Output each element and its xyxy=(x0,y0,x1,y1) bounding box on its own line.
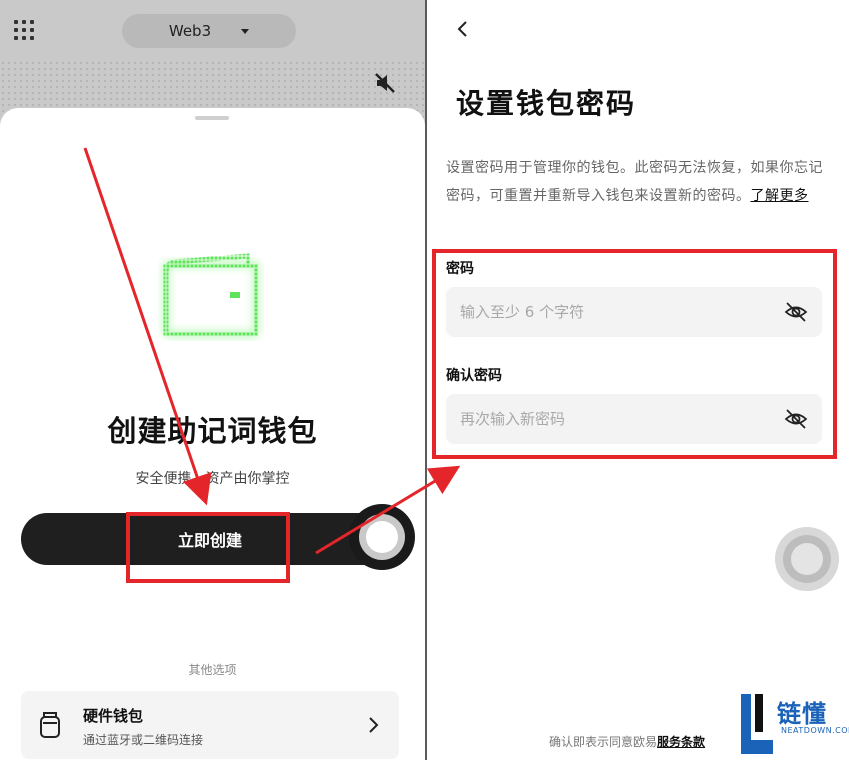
watermark-brand: 链懂 xyxy=(777,700,827,728)
terms-notice: 确认即表示同意欧易服务条款 xyxy=(549,733,705,750)
mute-speaker-icon[interactable] xyxy=(374,72,396,94)
network-selector-label: Web3 xyxy=(168,22,212,40)
hardware-wallet-subtitle: 通过蓝牙或二维码连接 xyxy=(83,733,204,747)
watermark-logo-icon xyxy=(741,694,773,754)
wallet-icon xyxy=(162,253,260,338)
bottom-sheet: 创建助记词钱包 安全便携，资产由你掌控 立即创建 其他选项 硬件钱包 通过蓝牙或… xyxy=(0,108,425,760)
sheet-subtitle: 安全便携，资产由你掌控 xyxy=(135,471,290,487)
terms-prefix: 确认即表示同意欧易 xyxy=(549,735,658,749)
terms-link[interactable]: 服务条款 xyxy=(657,735,705,749)
hardware-wallet-title: 硬件钱包 xyxy=(83,707,144,725)
other-options-label: 其他选项 xyxy=(188,663,237,677)
dropdown-triangle-icon xyxy=(241,28,250,34)
network-selector[interactable]: Web3 xyxy=(122,14,296,48)
hardware-wallet-option[interactable]: 硬件钱包 通过蓝牙或二维码连接 xyxy=(21,691,399,759)
left-screen: Web3 创建助记词钱包 安全便携，资产由你掌控 立即创建 其他选项 硬件钱包 … xyxy=(0,0,425,760)
page-description: 设置密码用于管理你的钱包。此密码无法恢复，如果你忘记密码，可重置并重新导入钱包来… xyxy=(446,154,824,210)
chevron-right-icon xyxy=(369,717,379,733)
sheet-title: 创建助记词钱包 xyxy=(107,414,318,448)
floating-assistive-button[interactable] xyxy=(775,527,839,591)
hardware-wallet-icon xyxy=(40,712,60,738)
floating-assistive-button[interactable] xyxy=(349,504,415,570)
highlight-create-button xyxy=(126,512,290,583)
watermark-domain: NEATDOWN.COM xyxy=(781,726,849,735)
back-arrow-icon[interactable] xyxy=(455,20,469,38)
site-watermark: 链懂 NEATDOWN.COM xyxy=(735,690,849,760)
learn-more-link[interactable]: 了解更多 xyxy=(751,188,809,204)
sheet-handle[interactable] xyxy=(195,116,229,120)
highlight-password-fields xyxy=(432,249,837,459)
page-title: 设置钱包密码 xyxy=(456,87,637,120)
grid-menu-icon[interactable] xyxy=(14,20,34,40)
